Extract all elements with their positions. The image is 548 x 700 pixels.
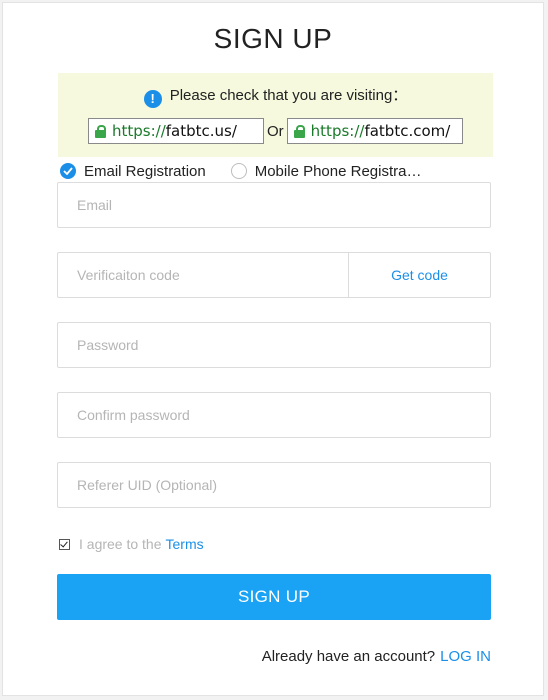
agree-terms-row: I agree to the Terms <box>59 535 204 553</box>
login-prompt: Already have an account? <box>261 648 436 665</box>
referer-field-box <box>57 462 491 508</box>
login-link[interactable]: LOG IN <box>440 648 491 665</box>
confirm-password-field-box <box>57 392 491 438</box>
url-host: fatbtc.com/ <box>364 122 451 140</box>
agree-checkbox[interactable] <box>59 538 70 550</box>
lock-icon <box>293 125 305 138</box>
url-box-com: https://fatbtc.com/ <box>286 118 463 144</box>
verification-code-box: Get code <box>57 252 491 298</box>
email-registration-label: Email Registration <box>84 162 206 180</box>
referer-uid-input[interactable] <box>77 463 457 507</box>
url-row: https://fatbtc.us/ Or https://fatbtc.com… <box>88 116 463 146</box>
radio-checked-icon[interactable] <box>60 163 76 179</box>
confirm-password-input[interactable] <box>77 393 457 437</box>
terms-link[interactable]: Terms <box>166 536 204 552</box>
page-title: SIGN UP <box>213 23 333 54</box>
url-box-us: https://fatbtc.us/ <box>88 118 264 144</box>
lock-icon <box>95 125 106 138</box>
phone-registration-label: Mobile Phone Registra… <box>254 162 422 180</box>
email-field-box <box>57 182 491 228</box>
notice-line: ! Please check that you are visiting： <box>58 84 493 108</box>
login-prompt-row: Already have an account? LOG IN <box>262 648 491 665</box>
radio-unchecked-icon[interactable] <box>230 163 247 179</box>
url-host: fatbtc.us/ <box>165 122 237 140</box>
registration-type-selector: Email Registration Mobile Phone Registra… <box>60 161 421 181</box>
sign-up-button[interactable]: SIGN UP <box>57 574 491 620</box>
url-scheme: https:// <box>310 122 365 140</box>
url-notice: ! Please check that you are visiting： htt… <box>58 73 493 157</box>
verification-code-input[interactable] <box>77 253 337 297</box>
phone-registration-option[interactable]: Mobile Phone Registra… <box>230 162 422 180</box>
email-input[interactable] <box>77 183 457 227</box>
email-registration-option[interactable]: Email Registration <box>60 163 206 180</box>
agree-text: I agree to the <box>79 536 162 552</box>
url-scheme: https:// <box>112 122 166 140</box>
get-code-button[interactable]: Get code <box>348 253 490 297</box>
info-icon: ! <box>143 90 162 108</box>
or-text: Or <box>267 122 284 140</box>
password-field-box <box>57 322 491 368</box>
password-input[interactable] <box>77 323 457 367</box>
notice-text: Please check that you are visiting： <box>169 87 408 104</box>
